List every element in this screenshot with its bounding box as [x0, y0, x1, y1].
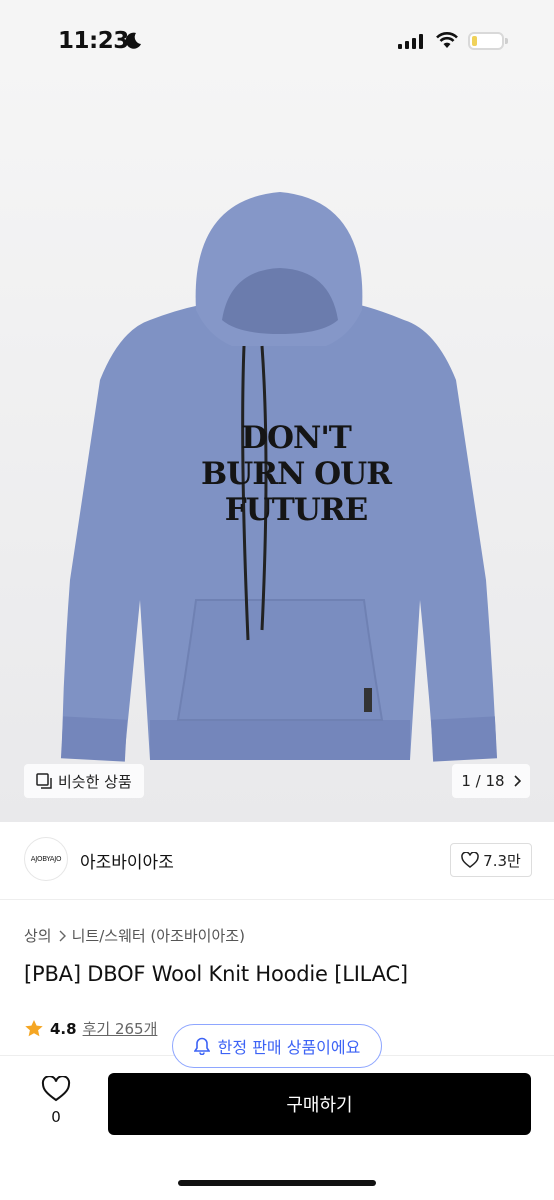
similar-products-button[interactable]: 비슷한 상품	[24, 764, 144, 798]
brand-like-count: 7.3만	[483, 851, 521, 870]
breadcrumb-category[interactable]: 상의	[24, 925, 52, 946]
wish-count: 0	[51, 1108, 61, 1126]
brand-row[interactable]: AJOBYAJO 아조바이아조 7.3만	[0, 822, 554, 900]
brand-logo-text: AJOBYAJO	[30, 855, 62, 863]
breadcrumb: 상의 니트/스웨터 (아조바이아조)	[24, 925, 245, 946]
chevron-right-icon	[514, 775, 521, 787]
cellular-signal-icon	[398, 34, 423, 49]
status-time: 11:23	[58, 28, 129, 54]
wish-button[interactable]: 0	[34, 1075, 78, 1126]
brand-like-button[interactable]: 7.3만	[450, 843, 532, 877]
bottom-action-bar: 0 구매하기	[0, 1056, 554, 1200]
heart-icon	[461, 852, 479, 868]
brand-name[interactable]: 아조바이아조	[80, 848, 174, 873]
similar-products-icon	[36, 773, 52, 789]
bell-icon	[193, 1037, 210, 1055]
page-counter-text: 1 / 18	[461, 772, 505, 790]
product-title: [PBA] DBOF Wool Knit Hoodie [LILAC]	[24, 962, 408, 986]
chevron-right-icon	[59, 930, 66, 941]
graphic-line-3: FUTURE	[224, 492, 369, 528]
limited-sale-badge[interactable]: 한정 판매 상품이에요	[172, 1024, 382, 1068]
moon-icon	[125, 32, 141, 49]
heart-icon	[41, 1075, 71, 1102]
home-indicator[interactable]	[178, 1180, 376, 1186]
rating-score: 4.8	[50, 1019, 77, 1038]
buy-button[interactable]: 구매하기	[108, 1073, 531, 1135]
rating-row: 4.8 후기 265개	[24, 1018, 157, 1039]
status-bar: 11:23	[0, 0, 554, 80]
star-icon	[25, 1020, 43, 1037]
wifi-icon	[436, 32, 458, 48]
image-page-counter[interactable]: 1 / 18	[452, 764, 530, 798]
brand-logo[interactable]: AJOBYAJO	[24, 837, 68, 881]
product-graphic-text: DON'T BURN OUR FUTURE	[201, 420, 392, 528]
breadcrumb-subcategory[interactable]: 니트/스웨터 (아조바이아조)	[72, 925, 245, 946]
product-image-carousel[interactable]: DON'T BURN OUR FUTURE 비슷한 상품 1 / 18	[0, 0, 554, 822]
graphic-line-2: BURN OUR	[201, 456, 392, 492]
similar-products-label: 비슷한 상품	[58, 772, 132, 791]
battery-icon	[468, 32, 508, 50]
reviews-link[interactable]: 후기 265개	[83, 1018, 158, 1039]
graphic-line-1: DON'T	[241, 420, 352, 456]
limited-sale-label: 한정 판매 상품이에요	[217, 1038, 361, 1057]
